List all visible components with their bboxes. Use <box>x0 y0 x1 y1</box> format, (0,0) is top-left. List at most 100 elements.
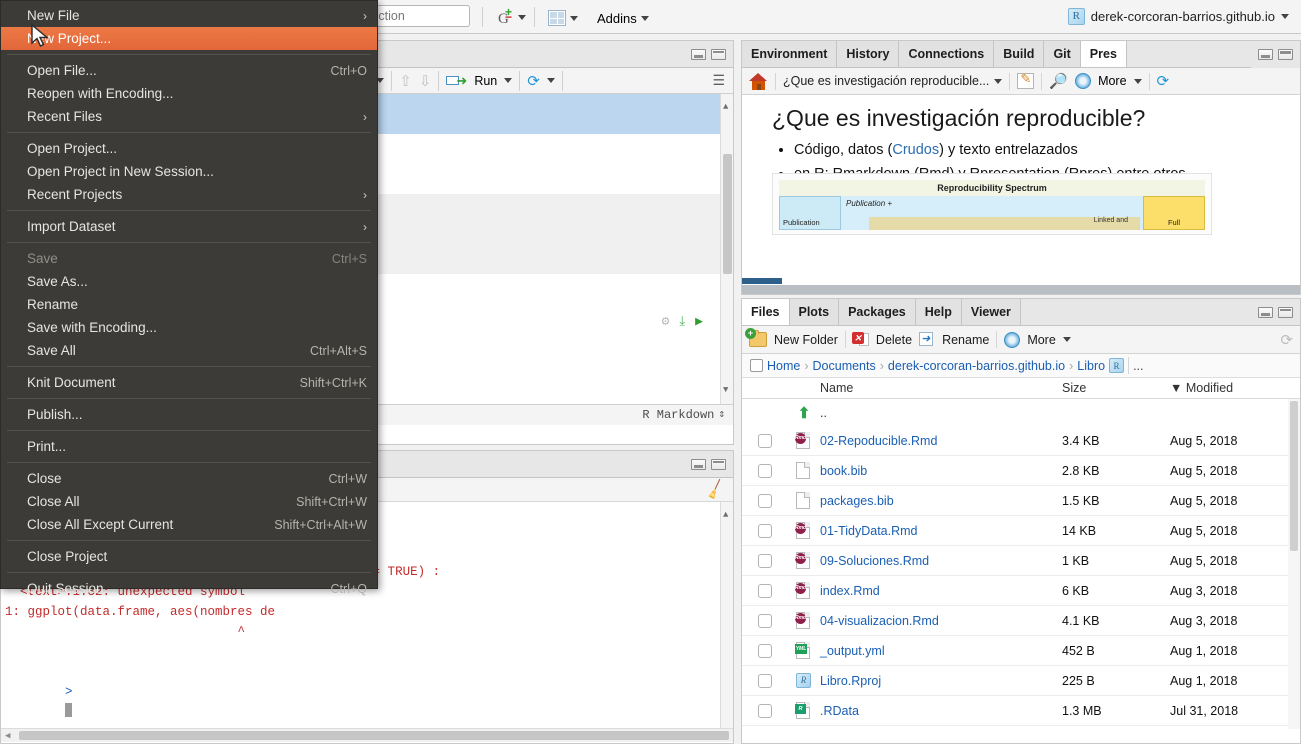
file-name[interactable]: _output.yml <box>820 644 1062 658</box>
menu-item-quit-session[interactable]: Quit Session... Ctrl+Q <box>1 577 377 600</box>
files-list[interactable]: ⬆ .. Rmd 02-Repoducible.Rmd 3.4 KB Aug 5, 2… <box>742 399 1300 729</box>
table-row[interactable]: Rmd 02-Repoducible.Rmd 3.4 KB Aug 5, 2018 <box>742 426 1300 456</box>
tab-help[interactable]: Help <box>915 299 962 325</box>
pane-layout-button[interactable] <box>543 4 583 32</box>
file-name[interactable]: book.bib <box>820 464 1062 478</box>
breadcrumb-overflow[interactable]: ... <box>1133 359 1143 373</box>
table-row[interactable]: Rmd 09-Soluciones.Rmd 1 KB Aug 5, 2018 <box>742 546 1300 576</box>
menu-item-knit-document[interactable]: Knit Document Shift+Ctrl+K <box>1 371 377 394</box>
run-chunk-icon[interactable]: ▶ <box>695 312 703 332</box>
row-checkbox[interactable] <box>758 673 772 688</box>
menu-item-close-project[interactable]: Close Project <box>1 545 377 568</box>
tab-plots[interactable]: Plots <box>789 299 840 325</box>
reknit-icon[interactable]: ⟳ <box>527 72 540 90</box>
more-label[interactable]: More <box>1098 74 1126 88</box>
minimize-button[interactable] <box>691 48 706 60</box>
outline-icon[interactable]: ☰ <box>712 72 727 89</box>
table-row[interactable]: packages.bib 1.5 KB Aug 5, 2018 <box>742 486 1300 516</box>
breadcrumb-documents[interactable]: Documents <box>813 359 876 373</box>
arrow-down-icon[interactable]: ⇩ <box>419 72 432 90</box>
table-row[interactable]: Rmd 04-visualizacion.Rmd 4.1 KB Aug 3, 2018 <box>742 606 1300 636</box>
refresh-icon[interactable]: ⟳ <box>1280 331 1293 349</box>
row-checkbox[interactable] <box>758 703 772 718</box>
arrow-up-icon[interactable]: ⇧ <box>399 72 412 90</box>
file-name[interactable]: .RData <box>820 704 1062 718</box>
tab-connections[interactable]: Connections <box>899 41 995 67</box>
breadcrumb-libro[interactable]: Libro <box>1077 359 1105 373</box>
file-name[interactable]: index.Rmd <box>820 584 1062 598</box>
tab-build[interactable]: Build <box>994 41 1045 67</box>
tab-history[interactable]: History <box>837 41 900 67</box>
project-menu-button[interactable]: R derek-corcoran-barrios.github.io <box>1062 3 1295 29</box>
breadcrumb-home[interactable]: Home <box>767 359 800 373</box>
column-header-modified[interactable]: ▼ Modified <box>1170 381 1300 395</box>
tab-git[interactable]: Git <box>1044 41 1081 67</box>
source-file-type[interactable]: R Markdown ⇕ <box>642 405 733 425</box>
table-row[interactable]: book.bib 2.8 KB Aug 5, 2018 <box>742 456 1300 486</box>
console-horizontal-scrollbar[interactable]: ◀ <box>1 728 733 742</box>
refresh-icon[interactable]: ⟳ <box>1157 72 1170 90</box>
gear-icon[interactable]: ⚙ <box>662 312 670 332</box>
maximize-button[interactable] <box>1278 49 1293 60</box>
file-name[interactable]: 09-Soluciones.Rmd <box>820 554 1062 568</box>
run-label[interactable]: Run <box>474 74 497 88</box>
new-folder-icon[interactable] <box>745 328 767 347</box>
addins-button[interactable]: Addins <box>592 4 654 32</box>
column-header-size[interactable]: Size <box>1062 381 1170 395</box>
menu-item-close-all[interactable]: Close All Shift+Ctrl+W <box>1 490 377 513</box>
chevron-down-icon[interactable] <box>504 78 513 83</box>
delete-icon[interactable]: ✕ <box>851 332 869 347</box>
zoom-icon[interactable]: 🔎 <box>1049 72 1068 90</box>
row-checkbox[interactable] <box>758 433 772 448</box>
select-all-checkbox[interactable] <box>750 359 763 372</box>
row-checkbox[interactable] <box>758 493 772 508</box>
row-checkbox[interactable] <box>758 463 772 478</box>
file-menu-dropdown[interactable]: New File › New Project... Open File... Ctrl+… <box>0 0 378 596</box>
crudos-link[interactable]: Crudos <box>892 142 939 158</box>
presentation-selector[interactable]: ¿Que es investigación reproducible... <box>783 74 1003 88</box>
scroll-left-icon[interactable]: ◀ <box>1 726 10 743</box>
file-name[interactable]: 04-visualizacion.Rmd <box>820 614 1062 628</box>
menu-item-save-with-encoding[interactable]: Save with Encoding... <box>1 316 377 339</box>
git-menu-button[interactable]: G + − <box>492 3 531 31</box>
edit-icon[interactable] <box>1017 71 1035 89</box>
column-header-name[interactable]: Name <box>820 381 1062 395</box>
minimize-button[interactable] <box>691 458 706 470</box>
clear-console-icon[interactable]: 🧹 <box>704 478 727 501</box>
menu-item-close-all-except-current[interactable]: Close All Except Current Shift+Ctrl+Alt+W <box>1 513 377 536</box>
menu-item-open-file[interactable]: Open File... Ctrl+O <box>1 59 377 82</box>
menu-item-import-dataset[interactable]: Import Dataset › <box>1 215 377 238</box>
row-checkbox[interactable] <box>758 553 772 568</box>
maximize-button[interactable] <box>1278 306 1293 318</box>
menu-item-open-project-in-new-session[interactable]: Open Project in New Session... <box>1 160 377 183</box>
row-checkbox[interactable] <box>758 523 772 538</box>
table-row[interactable]: Rmd 01-TidyData.Rmd 14 KB Aug 5, 2018 <box>742 516 1300 546</box>
new-folder-label[interactable]: New Folder <box>774 333 838 347</box>
source-vertical-scrollbar[interactable]: ▲ ▼ <box>720 94 733 425</box>
console-vertical-scrollbar[interactable]: ▲ <box>720 502 733 742</box>
run-icon[interactable]: ➜ <box>446 74 467 87</box>
gear-icon[interactable] <box>1075 73 1092 89</box>
breadcrumb-github-io[interactable]: derek-corcoran-barrios.github.io <box>888 359 1065 373</box>
tab-files[interactable]: Files <box>742 299 790 325</box>
parent-directory-row[interactable]: ⬆ .. <box>742 399 1300 426</box>
menu-item-save-as[interactable]: Save As... <box>1 270 377 293</box>
menu-item-new-file[interactable]: New File › <box>1 4 377 27</box>
run-above-icon[interactable]: ⤓ <box>679 312 685 332</box>
scroll-up-icon[interactable]: ▲ <box>723 505 728 525</box>
menu-item-new-project[interactable]: New Project... <box>1 27 377 50</box>
table-row[interactable]: Rmd index.Rmd 6 KB Aug 3, 2018 <box>742 576 1300 606</box>
presentation-slide[interactable]: ¿Que es investigación reproducible? Códi… <box>742 95 1300 294</box>
tab-environment[interactable]: Environment <box>742 41 838 67</box>
menu-item-save-all[interactable]: Save All Ctrl+Alt+S <box>1 339 377 362</box>
maximize-button[interactable] <box>711 48 726 60</box>
rename-label[interactable]: Rename <box>942 333 989 347</box>
row-checkbox[interactable] <box>758 613 772 628</box>
menu-item-recent-files[interactable]: Recent Files › <box>1 105 377 128</box>
table-row[interactable]: R Libro.Rproj 225 B Aug 1, 2018 <box>742 666 1300 696</box>
row-checkbox[interactable] <box>758 643 772 658</box>
menu-item-print[interactable]: Print... <box>1 435 377 458</box>
maximize-button[interactable] <box>711 458 726 470</box>
gear-icon[interactable] <box>1004 331 1021 348</box>
menu-item-open-project[interactable]: Open Project... <box>1 137 377 160</box>
